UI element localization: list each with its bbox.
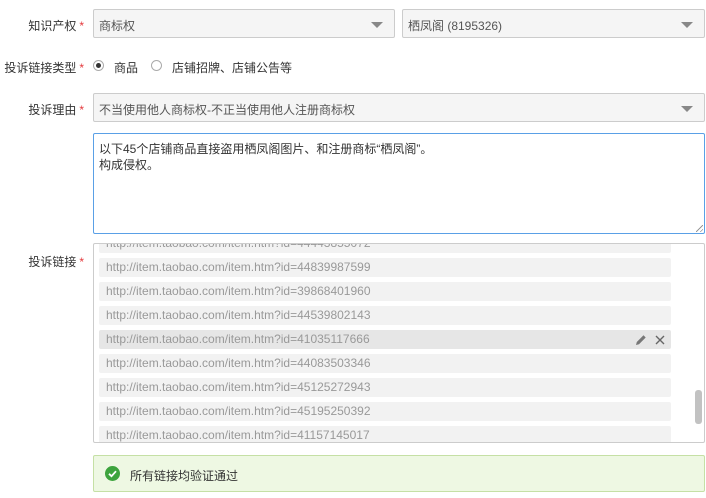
chevron-down-icon xyxy=(371,22,383,28)
description-textarea[interactable]: 以下45个店铺商品直接盗用栖凤阁图片、和注册商标“栖凤阁”。 构成侵权。 xyxy=(93,133,705,234)
ip-right-label: 知识产权 * xyxy=(28,19,84,33)
reason-label: 投诉理由 * xyxy=(28,103,84,117)
radio-store-sign[interactable] xyxy=(151,60,162,71)
link-text: http://item.taobao.com/item.htm?id=44443… xyxy=(106,243,371,250)
list-item[interactable]: http://item.taobao.com/item.htm?id=41157… xyxy=(99,426,671,442)
chevron-down-icon xyxy=(681,106,693,112)
links-list[interactable]: http://item.taobao.com/item.htm?id=44443… xyxy=(93,243,705,443)
links-label: 投诉链接 * xyxy=(28,255,84,269)
store-select[interactable]: 栖凤阁 (8195326) xyxy=(402,9,705,38)
list-item[interactable]: http://item.taobao.com/item.htm?id=44083… xyxy=(99,354,671,373)
scrollbar-thumb[interactable] xyxy=(695,390,702,424)
radio-goods-label[interactable]: 商品 xyxy=(114,59,138,76)
list-item[interactable]: http://item.taobao.com/item.htm?id=45195… xyxy=(99,402,671,421)
description-line-1: 以下45个店铺商品直接盗用栖凤阁图片、和注册商标“栖凤阁”。 xyxy=(99,142,433,156)
chevron-down-icon xyxy=(681,22,693,28)
edit-pencil-icon[interactable] xyxy=(634,333,648,347)
close-icon[interactable] xyxy=(655,335,665,345)
store-value: 栖凤阁 (8195326) xyxy=(408,19,503,33)
description-line-2: 构成侵权。 xyxy=(99,158,160,172)
ip-type-value: 商标权 xyxy=(99,19,136,33)
radio-goods[interactable] xyxy=(93,60,104,71)
reason-select[interactable]: 不当使用他人商标权-不正当使用他人注册商标权 xyxy=(93,93,705,122)
validation-message: 所有链接均验证通过 xyxy=(130,469,239,483)
list-item[interactable]: http://item.taobao.com/item.htm?id=45125… xyxy=(99,378,671,397)
list-item[interactable]: http://item.taobao.com/item.htm?id=39868… xyxy=(99,282,671,301)
list-item[interactable]: http://item.taobao.com/item.htm?id=44839… xyxy=(99,258,671,277)
radio-store-sign-label[interactable]: 店铺招牌、店铺公告等 xyxy=(172,59,292,76)
resize-handle-icon[interactable] xyxy=(696,225,703,232)
list-item-selected[interactable]: http://item.taobao.com/item.htm?id=41035… xyxy=(99,330,671,349)
ip-type-select[interactable]: 商标权 xyxy=(93,9,395,38)
reason-value: 不当使用他人商标权-不正当使用他人注册商标权 xyxy=(99,103,355,117)
check-circle-icon xyxy=(105,466,120,481)
validation-success-banner: 所有链接均验证通过 xyxy=(93,455,705,492)
link-type-label: 投诉链接类型 * xyxy=(4,61,84,75)
list-item[interactable]: http://item.taobao.com/item.htm?id=44539… xyxy=(99,306,671,325)
list-item[interactable]: http://item.taobao.com/item.htm?id=44443… xyxy=(99,243,671,253)
